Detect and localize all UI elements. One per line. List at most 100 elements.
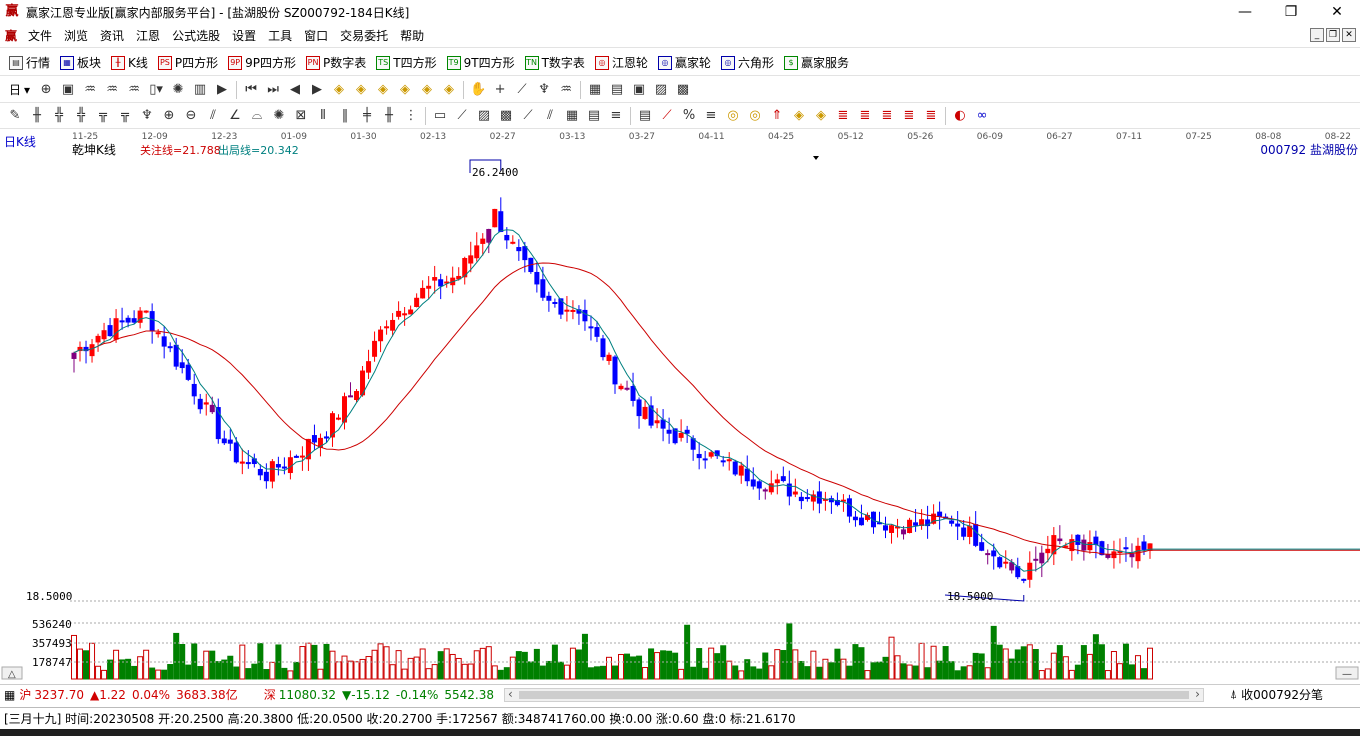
box-icon[interactable]: ⊠ <box>290 106 312 126</box>
channel-icon[interactable]: ⫽ <box>539 106 561 126</box>
list-icon[interactable]: ▤ <box>634 106 656 126</box>
line-tool-icon[interactable]: ⟋ <box>511 80 533 100</box>
speed-line-icon[interactable]: ⟋ <box>451 106 473 126</box>
grid-icon[interactable]: ╫ <box>26 106 48 126</box>
tick-detail-label[interactable]: 收000792分笔 <box>1241 686 1323 703</box>
angle-icon[interactable]: ∠ <box>224 106 246 126</box>
winner-service-button[interactable]: $ 赢家服务 <box>779 52 854 74</box>
spiral-icon[interactable]: ✺ <box>268 106 290 126</box>
indicator3-icon[interactable]: ♒ <box>123 80 145 100</box>
p-square-button[interactable]: PS P四方形 <box>153 52 223 74</box>
menu-browse[interactable]: 浏览 <box>58 27 94 44</box>
diamond6-icon[interactable]: ◈ <box>438 80 460 100</box>
indicator-icon[interactable]: ♒ <box>79 80 101 100</box>
menu-logo-icon[interactable]: 赢 <box>0 27 22 44</box>
fan-icon[interactable]: ╬ <box>48 106 70 126</box>
ratio-icon[interactable]: ⟋ <box>656 106 678 126</box>
t-number-table-button[interactable]: TN T数字表 <box>520 52 590 74</box>
menu-window[interactable]: 窗口 <box>298 27 334 44</box>
indicator2-icon[interactable]: ♒ <box>101 80 123 100</box>
quotes-button[interactable]: ▤ 行情 <box>4 52 55 74</box>
hatch-icon[interactable]: ▨ <box>473 106 495 126</box>
save-icon[interactable]: ▣ <box>628 80 650 100</box>
kline-chart[interactable]: 11-25 12-09 12-23 01-09 01-30 02-13 02-27 03-13… <box>0 129 1360 681</box>
cycle-icon[interactable]: ⫴ <box>312 106 334 126</box>
hatch2-icon[interactable]: ▩ <box>495 106 517 126</box>
p-number-table-button[interactable]: PN P数字表 <box>301 52 371 74</box>
bars2-icon[interactable]: ╫ <box>378 106 400 126</box>
mdi-restore-button[interactable]: ❐ <box>1326 28 1340 42</box>
stairs2-icon[interactable]: ≣ <box>854 106 876 126</box>
diamond5-icon[interactable]: ◈ <box>416 80 438 100</box>
hand-icon[interactable]: ✋ <box>467 80 489 100</box>
menu-gann[interactable]: 江恩 <box>130 27 166 44</box>
ellipse-icon[interactable]: ⊖ <box>180 106 202 126</box>
menu-tools[interactable]: 工具 <box>262 27 298 44</box>
document-icon[interactable]: ▣ <box>57 80 79 100</box>
fan3-icon[interactable]: ╦ <box>92 106 114 126</box>
fan2-icon[interactable]: ╬ <box>70 106 92 126</box>
mdi-close-button[interactable]: ✕ <box>1342 28 1356 42</box>
stairs-icon[interactable]: ≣ <box>832 106 854 126</box>
lines-icon[interactable]: ⋮ <box>400 106 422 126</box>
t-square-button[interactable]: TS T四方形 <box>371 52 441 74</box>
menu-help[interactable]: 帮助 <box>394 27 430 44</box>
scroll-right-icon[interactable]: ▶ <box>306 80 328 100</box>
time-icon[interactable]: ‖ <box>334 106 356 126</box>
mdi-minimize-button[interactable]: _ <box>1310 28 1324 42</box>
menu-trade[interactable]: 交易委托 <box>334 27 394 44</box>
table-icon[interactable]: ▦ <box>561 106 583 126</box>
gann-wheel-button[interactable]: ◎ 江恩轮 <box>590 52 653 74</box>
pencil-icon[interactable]: ✎ <box>4 106 26 126</box>
diamond2-icon[interactable]: ◈ <box>350 80 372 100</box>
percent-icon[interactable]: % <box>678 106 700 126</box>
crosshair-icon[interactable]: + <box>489 80 511 100</box>
scroll-thumb[interactable] <box>518 690 1189 699</box>
menu-file[interactable]: 文件 <box>22 27 58 44</box>
gann-tool-icon[interactable]: ♆ <box>533 80 555 100</box>
multi-line-icon[interactable]: ≡ <box>605 106 627 126</box>
slope-icon[interactable]: ⟋ <box>517 106 539 126</box>
9p-square-button[interactable]: 9P 9P四方形 <box>223 52 301 74</box>
infinity-icon[interactable]: ∞ <box>971 106 993 126</box>
chart-panel[interactable]: 11-25 12-09 12-23 01-09 01-30 02-13 02-27 03-13… <box>0 129 1360 681</box>
wave-tool-icon[interactable]: ♒ <box>555 80 577 100</box>
last-bar-icon[interactable]: ⏭ <box>262 80 284 100</box>
maximize-button[interactable]: ❐ <box>1268 0 1314 24</box>
chevron-down-icon[interactable] <box>813 156 819 160</box>
fork-icon[interactable]: ♆ <box>136 106 158 126</box>
rect-tool-icon[interactable]: ▭ <box>429 106 451 126</box>
fibonacci-icon[interactable]: ✺ <box>167 80 189 100</box>
menu-formula[interactable]: 公式选股 <box>166 27 226 44</box>
calculator-icon[interactable]: ▤ <box>606 80 628 100</box>
grid-icon[interactable]: ▦ <box>4 688 15 702</box>
export-icon[interactable]: ▩ <box>672 80 694 100</box>
sector-button[interactable]: ▦ 板块 <box>55 52 106 74</box>
scroll-left-icon[interactable]: ‹ <box>508 687 513 701</box>
arc-icon[interactable]: ⌓ <box>246 106 268 126</box>
arrow-flag-icon[interactable]: ▶ <box>211 80 233 100</box>
color-wheel-icon[interactable]: ◐ <box>949 106 971 126</box>
stairs5-icon[interactable]: ≣ <box>920 106 942 126</box>
first-bar-icon[interactable]: ⏮ <box>240 80 262 100</box>
gold-icon[interactable]: ◎ <box>722 106 744 126</box>
gold2-icon[interactable]: ◎ <box>744 106 766 126</box>
calendar-icon[interactable]: ▦ <box>584 80 606 100</box>
period-select[interactable]: 日 ▾ <box>4 79 35 101</box>
horizontal-scrollbar[interactable]: ‹ › <box>503 687 1204 702</box>
chart-tool-icon[interactable]: ⊕ <box>35 80 57 100</box>
9t-square-button[interactable]: T9 9T四方形 <box>442 52 520 74</box>
level-icon[interactable]: ≡ <box>700 106 722 126</box>
parallel-icon[interactable]: ⫽ <box>202 106 224 126</box>
winner-wheel-button[interactable]: ◎ 赢家轮 <box>653 52 716 74</box>
diamond3-icon[interactable]: ◈ <box>372 80 394 100</box>
close-button[interactable]: ✕ <box>1314 0 1360 24</box>
diamond1-icon[interactable]: ◈ <box>328 80 350 100</box>
menu-info[interactable]: 资讯 <box>94 27 130 44</box>
candle-type-icon[interactable]: ▯▾ <box>145 80 167 100</box>
gold3-icon[interactable]: ◈ <box>788 106 810 126</box>
kline-button[interactable]: ╫ K线 <box>106 52 153 74</box>
scroll-right-icon[interactable]: › <box>1195 687 1200 701</box>
bars-icon[interactable]: ▥ <box>189 80 211 100</box>
minimize-button[interactable]: — <box>1222 0 1268 24</box>
